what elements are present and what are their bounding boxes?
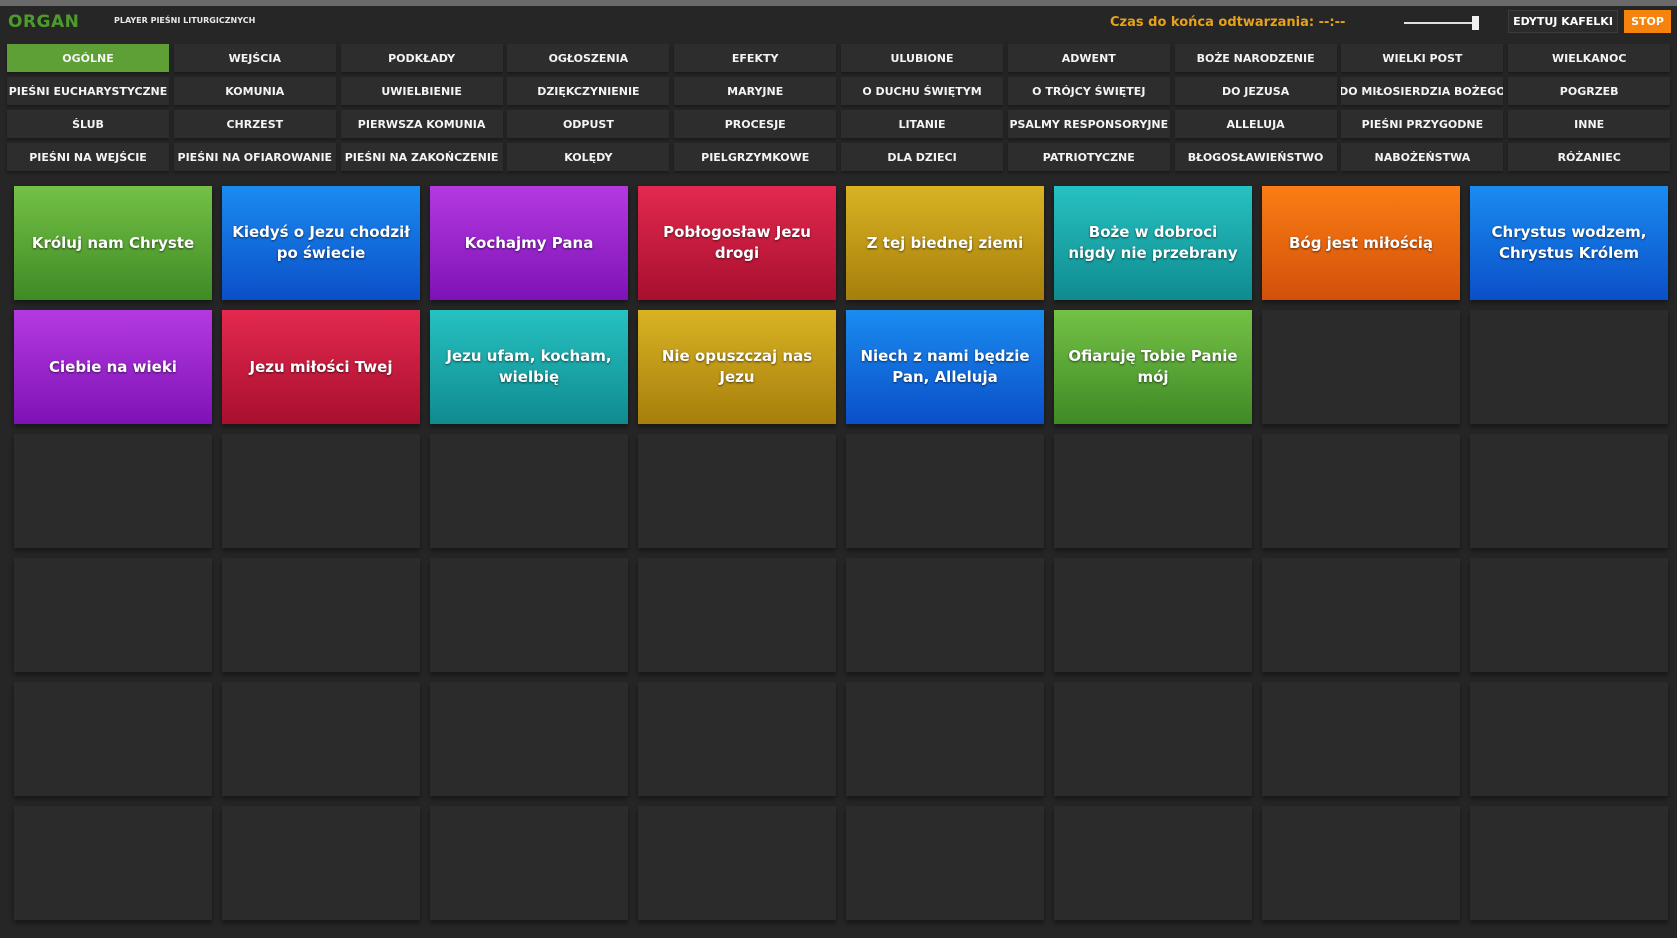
category-tab[interactable]: DLA DZIECI bbox=[841, 143, 1003, 171]
category-tab[interactable]: PODKŁADY bbox=[340, 44, 503, 72]
song-tile[interactable]: Nie opuszczaj nas Jezu bbox=[638, 310, 836, 424]
song-tile[interactable]: Jezu ufam, kocham, wielbię bbox=[430, 310, 628, 424]
category-tab[interactable]: DO JEZUSA bbox=[1174, 77, 1337, 105]
empty-tile[interactable] bbox=[1470, 558, 1668, 672]
empty-tile[interactable] bbox=[846, 806, 1044, 920]
song-tile[interactable]: Niech z nami będzie Pan, Alleluja bbox=[846, 310, 1044, 424]
empty-tile[interactable] bbox=[222, 434, 420, 548]
empty-tile[interactable] bbox=[430, 558, 628, 672]
empty-tile[interactable] bbox=[1470, 310, 1668, 424]
empty-tile[interactable] bbox=[846, 558, 1044, 672]
category-tab[interactable]: O TRÓJCY ŚWIĘTEJ bbox=[1007, 77, 1170, 105]
category-tab[interactable]: OGÓLNE bbox=[7, 44, 169, 72]
category-tab[interactable]: PIEŚNI NA WEJŚCIE bbox=[7, 143, 169, 171]
volume-slider-track[interactable] bbox=[1404, 22, 1474, 24]
app-subtitle: PLAYER PIEŚNI LITURGICZNYCH bbox=[114, 16, 256, 25]
category-tab[interactable]: MARYJNE bbox=[674, 77, 837, 105]
stop-button[interactable]: STOP bbox=[1624, 10, 1671, 33]
volume-slider-thumb[interactable] bbox=[1472, 16, 1479, 30]
category-tab[interactable]: ULUBIONE bbox=[841, 44, 1003, 72]
empty-tile[interactable] bbox=[14, 434, 212, 548]
category-tab[interactable]: ADWENT bbox=[1007, 44, 1170, 72]
empty-tile[interactable] bbox=[430, 806, 628, 920]
playback-timer: Czas do końca odtwarzania: --:-- bbox=[1110, 15, 1346, 30]
empty-tile[interactable] bbox=[14, 806, 212, 920]
category-tab[interactable]: ODPUST bbox=[507, 110, 670, 138]
empty-tile[interactable] bbox=[1262, 806, 1460, 920]
song-tile[interactable]: Jezu miłości Twej bbox=[222, 310, 420, 424]
edit-tiles-button[interactable]: EDYTUJ KAFELKI bbox=[1508, 10, 1618, 33]
category-tab[interactable]: WIELKANOC bbox=[1508, 44, 1671, 72]
song-tile[interactable]: Ciebie na wieki bbox=[14, 310, 212, 424]
empty-tile[interactable] bbox=[1470, 806, 1668, 920]
category-tab[interactable]: PROCESJE bbox=[674, 110, 837, 138]
category-tab[interactable]: PATRIOTYCZNE bbox=[1007, 143, 1170, 171]
category-tab[interactable]: OGŁOSZENIA bbox=[507, 44, 670, 72]
category-tab[interactable]: PIEŚNI EUCHARYSTYCZNE bbox=[7, 77, 169, 105]
category-tab[interactable]: PIEŚNI NA ZAKOŃCZENIE bbox=[340, 143, 503, 171]
empty-tile[interactable] bbox=[1054, 558, 1252, 672]
empty-tile[interactable] bbox=[1262, 558, 1460, 672]
category-tab[interactable]: LITANIE bbox=[841, 110, 1003, 138]
category-tab[interactable]: UWIELBIENIE bbox=[340, 77, 503, 105]
empty-tile[interactable] bbox=[430, 434, 628, 548]
category-tab[interactable]: PIEŚNI NA OFIAROWANIE bbox=[173, 143, 336, 171]
category-tab[interactable]: WIELKI POST bbox=[1341, 44, 1504, 72]
song-tile[interactable]: Z tej biednej ziemi bbox=[846, 186, 1044, 300]
song-tile[interactable]: Chrystus wodzem, Chrystus Królem bbox=[1470, 186, 1668, 300]
category-tab[interactable]: RÓŻANIEC bbox=[1508, 143, 1671, 171]
empty-tile[interactable] bbox=[1054, 434, 1252, 548]
category-tab[interactable]: CHRZEST bbox=[173, 110, 336, 138]
category-tab[interactable]: KOMUNIA bbox=[173, 77, 336, 105]
empty-tile[interactable] bbox=[1054, 682, 1252, 796]
empty-tile[interactable] bbox=[14, 558, 212, 672]
category-tab[interactable]: POGRZEB bbox=[1508, 77, 1671, 105]
song-tile[interactable]: Króluj nam Chryste bbox=[14, 186, 212, 300]
empty-tile[interactable] bbox=[14, 682, 212, 796]
category-tab[interactable]: ALLELUJA bbox=[1174, 110, 1337, 138]
category-tab[interactable]: PIELGRZYMKOWE bbox=[674, 143, 837, 171]
category-tab[interactable]: NABOŻEŃSTWA bbox=[1341, 143, 1504, 171]
category-tab[interactable]: PSALMY RESPONSORYJNE bbox=[1007, 110, 1170, 138]
category-tab[interactable]: ŚLUB bbox=[7, 110, 169, 138]
empty-tile[interactable] bbox=[638, 806, 836, 920]
song-tile[interactable]: Kiedyś o Jezu chodził po świecie bbox=[222, 186, 420, 300]
empty-tile[interactable] bbox=[638, 682, 836, 796]
empty-tile[interactable] bbox=[1262, 434, 1460, 548]
app-logo: ORGAN bbox=[8, 12, 80, 32]
song-tile[interactable]: Pobłogosław Jezu drogi bbox=[638, 186, 836, 300]
empty-tile[interactable] bbox=[1262, 682, 1460, 796]
empty-tile[interactable] bbox=[222, 682, 420, 796]
song-tile[interactable]: Bóg jest miłością bbox=[1262, 186, 1460, 300]
empty-tile[interactable] bbox=[1470, 434, 1668, 548]
category-tab[interactable]: KOLĘDY bbox=[507, 143, 670, 171]
empty-tile[interactable] bbox=[846, 682, 1044, 796]
empty-tile[interactable] bbox=[430, 682, 628, 796]
category-tab[interactable]: WEJŚCIA bbox=[173, 44, 336, 72]
category-tab[interactable]: INNE bbox=[1508, 110, 1671, 138]
category-tab[interactable]: DZIĘKCZYNIENIE bbox=[507, 77, 670, 105]
category-tab[interactable]: PIERWSZA KOMUNIA bbox=[340, 110, 503, 138]
volume-slider[interactable] bbox=[1404, 16, 1480, 30]
empty-tile[interactable] bbox=[638, 434, 836, 548]
empty-tile[interactable] bbox=[1262, 310, 1460, 424]
category-tab[interactable]: O DUCHU ŚWIĘTYM bbox=[841, 77, 1003, 105]
category-tab[interactable]: BOŻE NARODZENIE bbox=[1174, 44, 1337, 72]
category-tab[interactable]: DO MIŁOSIERDZIA BOŻEGO bbox=[1341, 77, 1504, 105]
header-bar: ORGAN PLAYER PIEŚNI LITURGICZNYCH Czas d… bbox=[0, 6, 1677, 44]
song-tile[interactable]: Ofiaruję Tobie Panie mój bbox=[1054, 310, 1252, 424]
category-tab[interactable]: BŁOGOSŁAWIEŃSTWO bbox=[1174, 143, 1337, 171]
empty-tile[interactable] bbox=[846, 434, 1044, 548]
song-tile[interactable]: Boże w dobroci nigdy nie przebrany bbox=[1054, 186, 1252, 300]
song-tile[interactable]: Kochajmy Pana bbox=[430, 186, 628, 300]
empty-tile[interactable] bbox=[222, 558, 420, 672]
empty-tile[interactable] bbox=[222, 806, 420, 920]
category-tab[interactable]: PIEŚNI PRZYGODNE bbox=[1341, 110, 1504, 138]
category-tab[interactable]: EFEKTY bbox=[674, 44, 837, 72]
empty-tile[interactable] bbox=[1470, 682, 1668, 796]
empty-tile[interactable] bbox=[638, 558, 836, 672]
empty-tile[interactable] bbox=[1054, 806, 1252, 920]
